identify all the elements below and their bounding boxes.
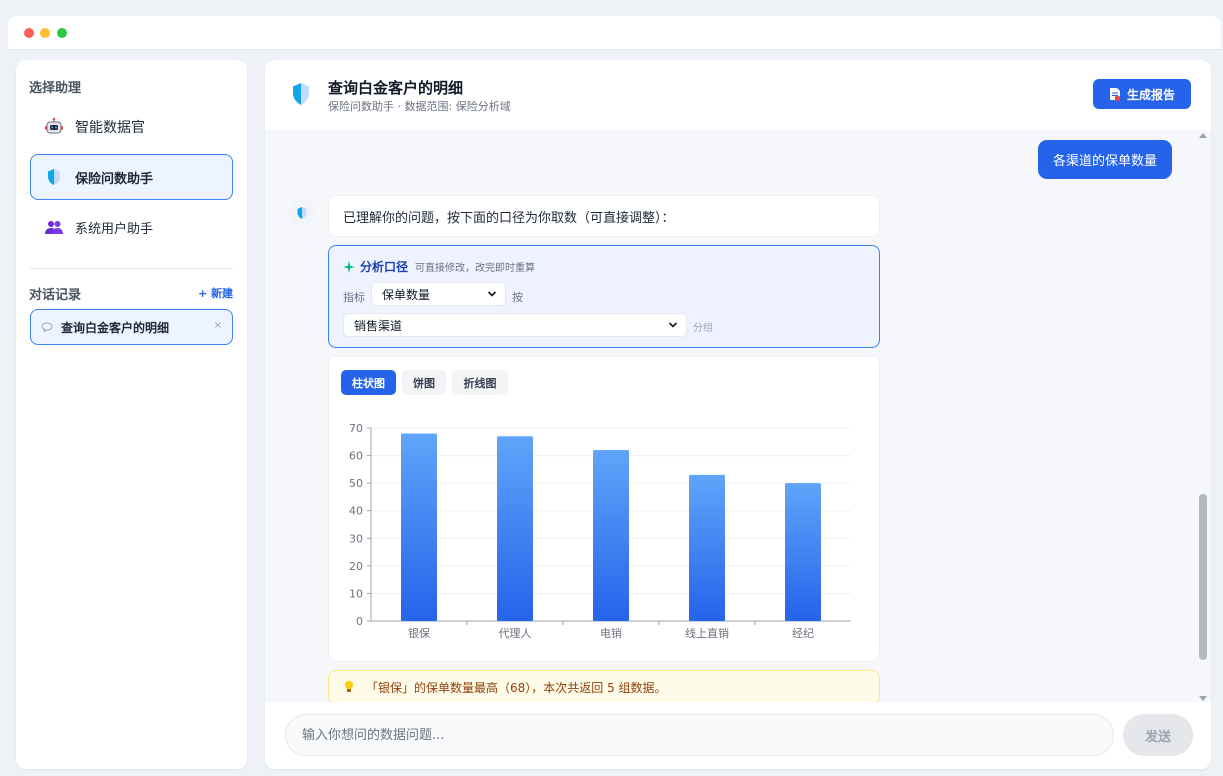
shield-icon (297, 207, 307, 219)
y-tick-label: 0 (356, 615, 363, 628)
bot-avatar (289, 200, 315, 226)
window-titlebar (8, 16, 1221, 50)
analysis-caliber-panel: 分析口径 可直接修改，改完即时重算 指标 保单数量 按 销售渠道 分组 (328, 245, 880, 348)
chat-bubble-icon (41, 322, 53, 332)
bar (689, 474, 725, 621)
window-maximize-button[interactable] (57, 28, 67, 38)
scroll-down-icon[interactable] (1199, 694, 1207, 702)
bar-chart: 0 10 20 30 40 50 60 70 银保 代理人 电销 线上直销 经纪 (349, 422, 851, 640)
y-tick-label: 30 (349, 532, 363, 545)
generate-report-button[interactable]: 生成报告 (1093, 79, 1191, 109)
scroll-up-icon[interactable] (1199, 132, 1207, 140)
group-select-value: 销售渠道 (354, 318, 403, 333)
x-tick-label: 银保 (408, 626, 430, 640)
sparkle-icon (343, 260, 355, 273)
by-label: 按 (512, 291, 523, 304)
conversation-item[interactable]: 查询白金客户的明细 × (30, 309, 233, 345)
page-title: 查询白金客户的明细 (328, 79, 464, 97)
new-conversation-button[interactable]: + 新建 (198, 285, 233, 301)
y-tick-label: 60 (349, 450, 363, 463)
robot-icon (43, 116, 65, 138)
bar (785, 483, 821, 621)
tab-pie-chart[interactable]: 饼图 (402, 370, 446, 395)
window-close-button[interactable] (24, 28, 34, 38)
metric-label: 指标 (343, 291, 365, 304)
page-subtitle: 保险问数助手 · 数据范围: 保险分析域 (328, 100, 511, 113)
close-icon[interactable]: × (214, 320, 222, 331)
metric-select[interactable]: 保单数量 (371, 282, 506, 306)
x-tick-label: 线上直销 (685, 626, 729, 640)
chevron-down-icon (487, 291, 497, 297)
input-bar: 发送 (265, 702, 1211, 769)
lightbulb-icon (344, 680, 354, 692)
shield-icon (291, 82, 311, 110)
x-tick-label: 经纪 (792, 627, 814, 640)
conversation-label: 查询白金客户的明细 (61, 320, 170, 335)
question-input[interactable] (285, 714, 1114, 756)
insight-tip: 「银保」的保单数量最高（68），本次共返回 5 组数据。 (328, 670, 880, 704)
metric-select-value: 保单数量 (382, 287, 431, 302)
bar (497, 436, 533, 621)
bot-message: 已理解你的问题，按下面的口径为你取数（可直接调整）： (328, 195, 880, 237)
x-tick-label: 代理人 (499, 627, 532, 640)
assistant-item-data-officer[interactable]: 智能数据官 (30, 104, 233, 150)
send-button[interactable]: 发送 (1123, 714, 1193, 756)
insight-text: 「银保」的保单数量最高（68），本次共返回 5 组数据。 (366, 680, 667, 695)
scrollbar-thumb[interactable] (1199, 494, 1207, 660)
user-message: 各渠道的保单数量 (1038, 140, 1172, 179)
bar (593, 450, 629, 621)
users-icon (43, 216, 65, 238)
y-tick-label: 40 (349, 505, 363, 518)
document-icon (1109, 88, 1120, 101)
sidebar-divider (30, 268, 233, 269)
x-tick-label: 电销 (600, 626, 622, 640)
chat-header: 查询白金客户的明细 保险问数助手 · 数据范围: 保险分析域 生成报告 (265, 60, 1211, 130)
assistants-heading: 选择助理 (29, 81, 82, 96)
y-tick-label: 70 (349, 422, 363, 435)
chevron-down-icon (668, 322, 678, 328)
assistant-item-insurance[interactable]: 保险问数助手 (30, 154, 233, 200)
shield-icon (43, 166, 65, 188)
assistant-label: 智能数据官 (75, 120, 145, 136)
assistant-label: 保险问数助手 (75, 171, 154, 187)
y-tick-label: 10 (349, 587, 363, 600)
y-tick-label: 50 (349, 477, 363, 490)
sidebar: 选择助理 智能数据官 保险问数助手 系统用户助手 对话记录 + 新建 查询白金客… (16, 60, 247, 769)
caliber-hint: 可直接修改，改完即时重算 (415, 263, 536, 274)
generate-report-label: 生成报告 (1126, 87, 1175, 102)
bar (401, 433, 437, 621)
group-select[interactable]: 销售渠道 (343, 313, 687, 337)
chat-scrollbar[interactable] (1197, 132, 1209, 702)
assistant-item-system-users[interactable]: 系统用户助手 (30, 204, 233, 250)
chart-card: 柱状图 饼图 折线图 0 10 20 30 40 50 60 70 银保 代理人 电销 线上直销 经纪 (328, 356, 880, 662)
chat-panel: 查询白金客户的明细 保险问数助手 · 数据范围: 保险分析域 生成报告 各渠道的… (265, 60, 1211, 769)
group-label: 分组 (693, 323, 713, 334)
history-heading: 对话记录 (29, 288, 82, 303)
tab-line-chart[interactable]: 折线图 (452, 370, 508, 395)
tab-bar-chart[interactable]: 柱状图 (341, 370, 396, 395)
assistant-label: 系统用户助手 (75, 221, 154, 237)
caliber-title: 分析口径 (360, 260, 409, 274)
y-tick-label: 20 (349, 560, 363, 573)
window-minimize-button[interactable] (40, 28, 50, 38)
